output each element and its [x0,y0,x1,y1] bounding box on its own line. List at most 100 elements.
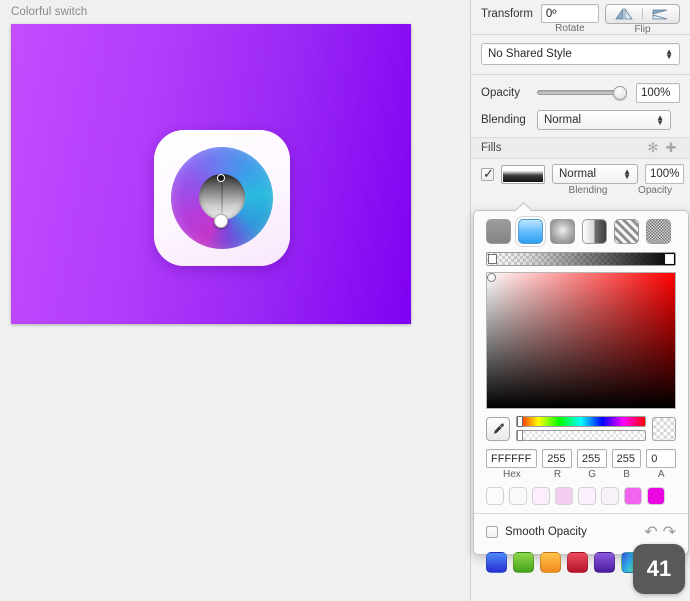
blending-chevron-updown-icon[interactable]: ▲▼ [656,115,664,125]
opacity-row: Opacity 100% [471,79,690,106]
color-sliders-block [474,409,688,441]
alpha-slider[interactable] [516,430,646,441]
green-input[interactable]: 255 [577,449,607,468]
transform-row: Transform 0º Rotate [471,0,690,34]
hex-input[interactable]: FFFFFF [486,449,537,468]
app-root: Colorful switch Transform 0º Rotate [0,0,690,601]
saved-swatch[interactable] [601,487,619,505]
saturation-brightness-square[interactable] [486,272,676,409]
blue-input[interactable]: 255 [612,449,642,468]
green-caption: G [577,469,607,480]
fill-type-radial-gradient-button[interactable] [550,219,575,244]
alpha-slider-knob[interactable] [517,430,523,441]
opacity-label: Opacity [481,87,537,99]
redo-arrow-icon[interactable]: ↷ [663,522,676,542]
rotate-caption: Rotate [541,23,599,34]
gradient-preset[interactable] [594,552,615,573]
flip-horizontal-icon[interactable] [643,8,679,20]
fills-section-header: Fills ✻ ✚ [471,137,690,159]
chevron-updown-icon[interactable]: ▲▼ [665,49,673,59]
fill-type-noise-button[interactable] [646,219,671,244]
plus-icon[interactable]: ✚ [662,140,680,156]
saved-swatch[interactable] [532,487,550,505]
saved-swatch[interactable] [486,487,504,505]
alpha-input[interactable]: 0 [646,449,676,468]
fill-type-buttons [474,211,688,250]
color-picker-popover: FFFFFF 255 255 255 0 Hex R G B A [473,210,689,555]
color-value-captions: Hex R G B A [474,468,688,480]
saved-swatch[interactable] [555,487,573,505]
inspector-panel: Transform 0º Rotate [470,0,690,601]
opacity-input[interactable]: 100% [636,83,680,103]
gradient-start-handle[interactable] [217,174,225,182]
blending-select[interactable]: Normal ▲▼ [537,110,671,130]
flip-control: Flip [605,4,680,35]
color-value-inputs: FFFFFF 255 255 255 0 [474,441,688,468]
fills-title: Fills [481,142,644,154]
canvas-area[interactable]: Colorful switch [0,0,470,601]
color-cursor[interactable] [487,273,496,282]
blue-caption: B [612,469,642,480]
gradient-end-handle[interactable] [214,214,228,228]
blending-label: Blending [481,114,537,126]
flip-button-group[interactable] [605,4,680,24]
artboard[interactable] [11,24,411,324]
fill-type-solid-button[interactable] [486,219,511,244]
hue-slider[interactable] [516,416,646,427]
saved-swatch[interactable] [624,487,642,505]
fill-opacity-input[interactable]: 100% [645,164,684,184]
shared-style-row: No Shared Style ▲▼ [471,35,690,74]
saved-swatch[interactable] [509,487,527,505]
opacity-slider-knob[interactable] [613,86,627,100]
fill-blending-chevron-updown-icon[interactable]: ▲▼ [623,169,631,179]
saved-swatch[interactable] [578,487,596,505]
fill-blending-value: Normal [559,168,596,180]
flip-caption: Flip [605,24,680,35]
smooth-opacity-label: Smooth Opacity [505,526,639,538]
color-preview-swatch[interactable] [652,417,676,441]
gradient-preset[interactable] [567,552,588,573]
gradient-preset[interactable] [540,552,561,573]
shared-style-value: No Shared Style [488,48,572,60]
fill-blending-caption: Blending [545,185,631,196]
gear-icon[interactable]: ✻ [644,140,662,156]
step-counter-badge: 41 [633,544,685,594]
gradient-stop-left[interactable] [488,254,497,264]
eyedropper-icon[interactable] [486,417,510,441]
blending-value: Normal [544,114,581,126]
undo-arrow-icon[interactable]: ↶ [644,522,657,542]
fill-captions-row: Blending Opacity [471,185,690,196]
red-caption: R [543,469,573,480]
fill-type-angular-gradient-button[interactable] [582,219,607,244]
smooth-opacity-row: Smooth Opacity ↶ ↷ [474,514,688,542]
hex-caption: Hex [486,469,538,480]
gradient-preset[interactable] [513,552,534,573]
app-icon-shape[interactable] [154,130,290,266]
gradient-stop-right[interactable] [665,254,674,264]
saved-swatches-row [474,480,688,505]
gradient-preset[interactable] [486,552,507,573]
artboard-name-label[interactable]: Colorful switch [11,6,87,18]
fill-opacity-caption: Opacity [631,185,679,196]
opacity-slider[interactable] [537,90,627,95]
fill-blending-select[interactable]: Normal ▲▼ [552,164,638,184]
hue-slider-knob[interactable] [517,416,523,427]
shared-style-select[interactable]: No Shared Style ▲▼ [481,43,680,65]
gradient-stops-bar[interactable] [486,252,676,266]
flip-vertical-icon[interactable] [606,8,642,20]
fill-type-linear-gradient-button[interactable] [518,219,543,244]
red-input[interactable]: 255 [542,449,572,468]
divider-2 [471,74,690,75]
smooth-opacity-checkbox[interactable] [486,526,498,538]
gradient-axis-line[interactable] [221,178,223,218]
fill-enabled-checkbox[interactable] [481,168,494,181]
transform-label: Transform [481,8,541,20]
blending-row: Blending Normal ▲▼ [471,106,690,133]
rotate-input[interactable]: 0º [541,4,599,23]
saved-swatch[interactable] [647,487,665,505]
fill-type-pattern-button[interactable] [614,219,639,244]
fill-color-swatch[interactable] [501,165,545,184]
rotate-control[interactable]: 0º Rotate [541,4,599,34]
popover-arrow [514,202,532,211]
alpha-caption: A [646,469,676,480]
